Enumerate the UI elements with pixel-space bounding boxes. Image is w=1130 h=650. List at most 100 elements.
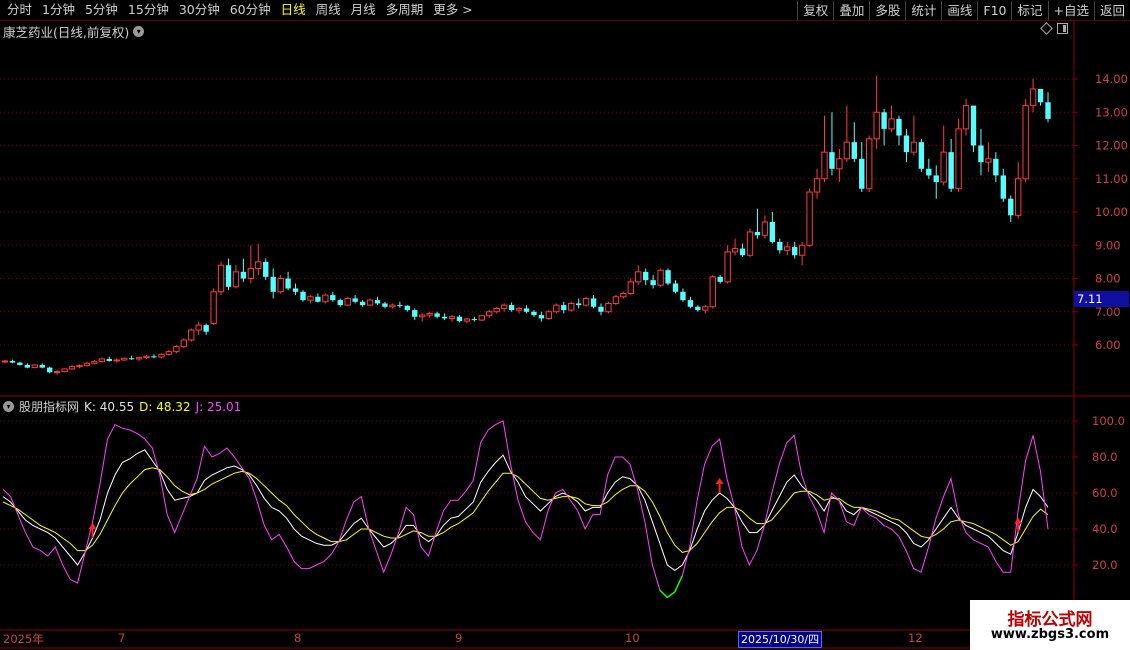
candle-body-up xyxy=(255,261,262,270)
candle-body-up xyxy=(426,312,433,316)
candle-body-down xyxy=(643,271,649,281)
candle-body-down xyxy=(896,118,902,136)
candle-body-up xyxy=(448,316,456,319)
chevron-down-icon[interactable]: ▾ xyxy=(3,401,14,412)
x-axis-label-4: 10 xyxy=(625,631,640,645)
x-axis-label-0: 2025年 xyxy=(3,632,44,646)
candle-body-down xyxy=(359,301,366,306)
j-value: J: 25.01 xyxy=(195,399,242,414)
candle-body-up xyxy=(620,292,627,298)
candle-body-up xyxy=(53,371,61,374)
candle-body-down xyxy=(665,270,671,284)
candle-body-up xyxy=(798,244,806,256)
current-price-label: 7.11 xyxy=(1074,291,1129,307)
d-value: D: 48.32 xyxy=(139,399,191,414)
candle-body-up xyxy=(1022,105,1029,180)
candle-body-up xyxy=(910,141,918,153)
candle-body-down xyxy=(792,246,798,256)
candle-body-down xyxy=(993,158,999,176)
candle-body-up xyxy=(1,360,9,363)
candle-body-up xyxy=(478,315,485,321)
watermark-url: www.zbgs3.com xyxy=(990,627,1110,642)
candle-body-down xyxy=(47,367,53,373)
candle-body-up xyxy=(486,311,493,317)
candle-body-down xyxy=(9,360,16,363)
x-axis-label-2: 8 xyxy=(294,631,302,645)
candle-body-down xyxy=(352,298,358,302)
candle-body-down xyxy=(300,291,306,301)
candle-body-down xyxy=(881,112,887,129)
candle-body-down xyxy=(561,305,567,311)
candle-body-down xyxy=(918,142,925,169)
candle-body-up xyxy=(821,151,828,180)
candle-body-up xyxy=(188,329,195,341)
candle-body-down xyxy=(285,278,291,289)
k-value: K: 40.55 xyxy=(84,399,135,414)
candle-body-up xyxy=(135,357,143,360)
price-axis-label: 10.00 xyxy=(1095,205,1128,219)
candle-body-down xyxy=(397,305,403,307)
candle-body-up xyxy=(843,141,851,160)
candle-body-down xyxy=(434,313,440,317)
candle-body-down xyxy=(225,265,232,287)
candle-body-down xyxy=(933,175,939,183)
candle-body-up xyxy=(836,158,843,170)
chart-canvas[interactable]: 6.007.008.009.0010.0011.0012.0013.0014.0… xyxy=(0,0,1130,650)
candle-body-down xyxy=(263,261,269,277)
candle-body-down xyxy=(717,276,723,282)
candle-body-up xyxy=(806,191,813,246)
price-axis-label: 8.00 xyxy=(1095,272,1121,286)
cursor-date-label: 2025/10/30/四 xyxy=(738,631,823,648)
candle-body-down xyxy=(978,145,984,163)
candle-body-down xyxy=(292,288,299,292)
candle-body-down xyxy=(739,248,746,256)
candle-body-up xyxy=(165,351,173,355)
price-axis-label: 12.00 xyxy=(1095,139,1128,153)
candle-body-down xyxy=(777,241,783,251)
candle-body-up xyxy=(277,278,284,293)
price-axis-label: 14.00 xyxy=(1095,72,1128,86)
candle-body-up xyxy=(985,158,992,163)
candle-body-down xyxy=(270,276,276,292)
candle-body-down xyxy=(1037,88,1044,103)
candle-body-down xyxy=(315,296,321,302)
price-axis-label: 6.00 xyxy=(1095,338,1121,352)
candle-body-down xyxy=(412,310,418,317)
candle-body-up xyxy=(955,128,962,190)
candle-body-down xyxy=(106,358,112,361)
candle-body-down xyxy=(39,364,45,368)
candle-body-up xyxy=(515,307,523,311)
watermark: 指标公式网 www.zbgs3.com xyxy=(970,600,1130,650)
candle-body-up xyxy=(866,138,873,190)
candle-body-down xyxy=(523,308,530,312)
candle-body-down xyxy=(575,303,582,306)
candle-body-up xyxy=(635,271,642,283)
kdj-axis-label: 40.0 xyxy=(1092,522,1118,536)
candle-body-down xyxy=(471,319,478,321)
candle-body-up xyxy=(813,178,821,193)
kdj-axis-label: 100.0 xyxy=(1092,414,1125,428)
candle-body-down xyxy=(903,135,910,153)
candle-body-up xyxy=(143,355,150,359)
candle-body-down xyxy=(382,303,388,307)
candle-body-up xyxy=(568,302,575,311)
candle-body-up xyxy=(731,248,739,253)
candle-body-down xyxy=(859,158,865,189)
kdj-line-d xyxy=(2,467,1049,553)
candle-body-down xyxy=(508,305,515,311)
x-axis-label-1: 7 xyxy=(118,631,126,645)
kdj-axis-label: 60.0 xyxy=(1092,486,1118,500)
candle-body-down xyxy=(538,315,545,319)
indicator-title-bar[interactable]: ▾ 股朋指标网 K: 40.55 D: 48.32 J: 25.01 xyxy=(3,398,241,415)
candle-body-down xyxy=(374,300,381,304)
candle-body-up xyxy=(463,318,471,322)
candle-body-down xyxy=(1045,102,1051,119)
candle-body-up xyxy=(582,297,590,306)
candle-body-up xyxy=(746,231,754,256)
candle-body-down xyxy=(456,316,463,322)
candle-body-down xyxy=(151,356,157,358)
candle-body-up xyxy=(366,299,374,306)
candle-body-up xyxy=(322,294,329,303)
candle-body-down xyxy=(404,305,410,311)
candle-body-down xyxy=(970,105,977,146)
